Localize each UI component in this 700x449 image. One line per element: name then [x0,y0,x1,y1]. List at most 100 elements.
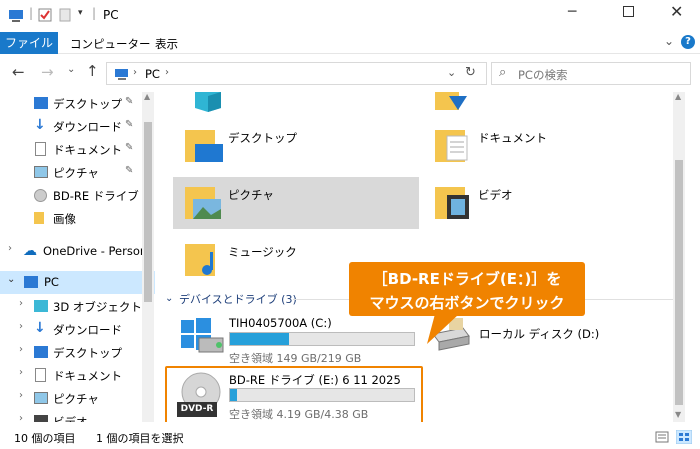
scroll-up-icon[interactable]: ▲ [144,92,150,101]
drive-usage-bar [229,332,415,346]
item-count: 10 個の項目 [14,432,76,445]
videos-folder-icon [435,187,469,219]
folder-item-desktop[interactable]: デスクトップ [173,120,403,172]
separator: | [92,6,97,20]
search-box[interactable]: ⌕ PCの検索 [491,62,691,85]
status-bar: 10 個の項目 1 個の項目を選択 [0,425,700,449]
chevron-down-icon[interactable]: ⌄ [165,293,173,304]
large-icons-view-icon[interactable] [676,430,692,444]
chevron-right-icon[interactable]: › [165,67,169,78]
downloads-folder-icon [435,92,467,110]
chevron-right-icon[interactable]: › [19,321,23,332]
content-scrollbar[interactable]: ▲ ▼ [673,92,685,422]
nav-item-desktop[interactable]: デスクトップ ✎ [0,92,155,115]
refresh-icon[interactable]: ↻ [465,65,476,80]
properties-icon[interactable] [38,8,52,22]
nav-item-pictures[interactable]: › ピクチャ [0,387,155,410]
nav-item-label: PC [44,275,59,289]
drive-free-space: 空き領域 4.19 GB/4.38 GB [229,408,369,421]
nav-item-desktop[interactable]: › デスクトップ [0,341,155,364]
pin-icon[interactable]: ✎ [125,142,133,153]
search-icon: ⌕ [499,65,507,80]
quick-access-dropdown-icon[interactable]: ▾ [78,8,83,18]
chevron-right-icon[interactable]: › [19,413,23,422]
address-dropdown-icon[interactable]: ⌄ [447,66,456,79]
drive-item-e[interactable]: DVD-R BD-RE ドライブ (E:) 6 11 2025 空き領域 4.1… [165,366,423,422]
pin-icon[interactable]: ✎ [125,96,133,107]
folder-item-documents[interactable]: ドキュメント [423,120,653,172]
nav-item-label: ドキュメント [53,143,122,157]
pin-icon[interactable]: ✎ [125,165,133,176]
search-placeholder[interactable]: PCの検索 [518,67,567,83]
drive-name: BD-RE ドライブ (E:) 6 11 2025 [229,373,401,387]
pin-icon[interactable]: ✎ [125,119,133,130]
folder-name: ピクチャ [228,188,274,202]
minimize-icon[interactable]: ─ [568,4,576,20]
address-row: ← → ⌄ ↑ › PC › ⌄ ↻ ⌕ PCの検索 [0,54,700,92]
nav-item-downloads[interactable]: ↓ ダウンロード ✎ [0,115,155,138]
nav-scrollbar[interactable]: ▲ [142,92,154,422]
chevron-down-icon[interactable]: ⌄ [7,274,15,285]
help-icon[interactable]: ? [681,35,695,49]
scrollbar-thumb[interactable] [144,122,152,302]
recent-locations-icon[interactable]: ⌄ [67,64,75,75]
folder-item-videos[interactable]: ビデオ [423,177,653,229]
chevron-right-icon[interactable]: › [19,390,23,401]
nav-item-pc[interactable]: ⌄ PC [0,271,155,294]
ribbon-expand-icon[interactable]: ⌄ [664,34,674,48]
title-bar: | ▾ | PC ─ ✕ [0,0,700,32]
desktop-icon [34,346,48,358]
pc-icon [24,276,38,288]
nav-item-bd-re-drive[interactable]: BD-RE ドライブ (E: [0,184,155,207]
scroll-up-icon[interactable]: ▲ [675,92,681,101]
folder-item-pictures[interactable]: ピクチャ [173,177,419,229]
desktop-icon [34,97,48,109]
download-icon: ↓ [34,320,46,336]
drive-free-space: 空き領域 149 GB/219 GB [229,352,362,365]
address-location: PC [145,67,160,81]
address-bar[interactable]: › PC › ⌄ ↻ [106,62,487,85]
nav-item-pictures[interactable]: ピクチャ ✎ [0,161,155,184]
forward-arrow-icon[interactable]: → [41,63,54,81]
nav-item-label: 3D オブジェクト [53,300,142,314]
windows-drive-icon [181,318,224,353]
details-view-icon[interactable] [655,431,669,443]
close-icon[interactable]: ✕ [670,2,683,21]
tab-file[interactable]: ファイル [0,32,58,54]
scrollbar-thumb[interactable] [675,160,683,405]
chevron-right-icon[interactable]: › [19,298,23,309]
window-title: PC [103,8,119,22]
nav-item-label: ビデオ [53,415,88,422]
nav-item-label: ピクチャ [53,392,99,406]
new-folder-icon[interactable] [59,8,71,22]
music-folder-icon [185,244,215,276]
nav-item-downloads[interactable]: › ↓ ダウンロード [0,318,155,341]
nav-item-label: BD-RE ドライブ (E: [53,189,155,203]
back-arrow-icon[interactable]: ← [12,63,25,81]
drive-item-c[interactable]: TIH0405700A (C:) 空き領域 149 GB/219 GB [173,310,423,365]
folder-name: ミュージック [228,245,297,259]
up-arrow-icon[interactable]: ↑ [86,62,99,80]
nav-item-images[interactable]: 画像 [0,207,155,230]
tab-view[interactable]: 表示 [155,36,178,52]
nav-item-videos[interactable]: › ビデオ [0,410,155,422]
folder-name: デスクトップ [228,131,297,145]
video-icon [34,415,48,422]
callout-line-2: マウスの右ボタンでクリック [369,294,565,312]
nav-item-documents[interactable]: › ドキュメント [0,364,155,387]
nav-item-onedrive[interactable]: › ☁ OneDrive - Person [0,240,155,263]
chevron-right-icon[interactable]: › [19,367,23,378]
chevron-right-icon[interactable]: › [8,243,12,254]
nav-item-3d-objects[interactable]: › 3D オブジェクト [0,295,155,318]
folder-name: ドキュメント [478,131,547,145]
chevron-right-icon[interactable]: › [19,344,23,355]
nav-item-documents[interactable]: ドキュメント ✎ [0,138,155,161]
desktop-folder-icon [185,130,223,162]
ribbon: ファイル コンピューター 表示 ⌄ ? [0,32,700,54]
devices-group-header[interactable]: デバイスとドライブ (3) [179,291,297,307]
pictures-icon [34,166,48,178]
scroll-down-icon[interactable]: ▼ [675,410,681,419]
tab-computer[interactable]: コンピューター [70,36,151,52]
chevron-right-icon[interactable]: › [133,67,137,78]
maximize-icon[interactable] [623,6,634,17]
